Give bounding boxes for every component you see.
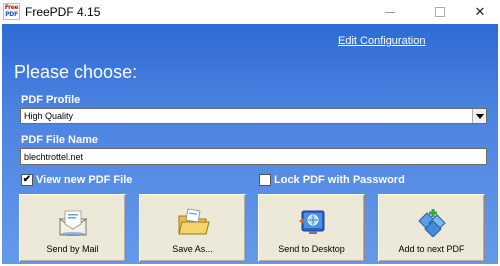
view-new-pdf-checkbox[interactable]: ✔ View new PDF File: [21, 174, 132, 186]
pdf-profile-select[interactable]: High Quality: [20, 108, 487, 124]
lock-pdf-checkbox[interactable]: Lock PDF with Password: [259, 174, 405, 186]
window-title: FreePDF 4.15: [25, 5, 101, 19]
edit-configuration-link[interactable]: Edit Configuration: [338, 35, 425, 47]
close-button[interactable]: ✕: [458, 0, 500, 24]
maximize-icon: [435, 7, 445, 17]
pdf-file-name-input[interactable]: blechtrottel.net: [20, 148, 487, 165]
pdf-file-name-label: PDF File Name: [21, 134, 99, 146]
freepdf-logo-icon: Free PDF: [3, 3, 20, 20]
send-to-desktop-label: Send to Desktop: [278, 244, 345, 254]
mail-envelope-icon: [58, 210, 88, 236]
save-as-button[interactable]: Save As...: [139, 194, 246, 262]
maximize-button[interactable]: [418, 0, 462, 24]
send-by-mail-button[interactable]: Send by Mail: [19, 194, 126, 262]
page-title: Please choose:: [14, 62, 138, 82]
close-icon: ✕: [474, 4, 486, 19]
pdf-profile-value: High Quality: [24, 111, 74, 121]
add-to-next-pdf-label: Add to next PDF: [398, 244, 465, 254]
add-documents-icon: [418, 209, 446, 237]
dropdown-arrow-button[interactable]: [472, 109, 486, 123]
checkbox-unchecked-icon[interactable]: [259, 174, 271, 186]
desktop-globe-icon: [299, 210, 325, 234]
folder-envelope-icon: [178, 208, 210, 235]
title-bar: Free PDF FreePDF 4.15 ✕: [0, 0, 500, 24]
logo-text-line-1: Free: [4, 4, 19, 11]
lock-pdf-label: Lock PDF with Password: [274, 174, 405, 186]
chevron-down-icon: [475, 113, 484, 119]
pdf-profile-label: PDF Profile: [21, 94, 81, 106]
send-to-desktop-button[interactable]: Send to Desktop: [258, 194, 365, 262]
checkbox-checked-icon[interactable]: ✔: [21, 174, 33, 186]
add-to-next-pdf-button[interactable]: Add to next PDF: [378, 194, 485, 262]
send-by-mail-label: Send by Mail: [46, 244, 99, 254]
save-as-label: Save As...: [172, 244, 213, 254]
view-new-pdf-label: View new PDF File: [36, 174, 133, 186]
minimize-icon: [385, 11, 395, 13]
logo-text-line-2: PDF: [5, 11, 18, 18]
main-panel: Edit Configuration Please choose: PDF Pr…: [2, 24, 498, 264]
minimize-button[interactable]: [368, 0, 412, 24]
